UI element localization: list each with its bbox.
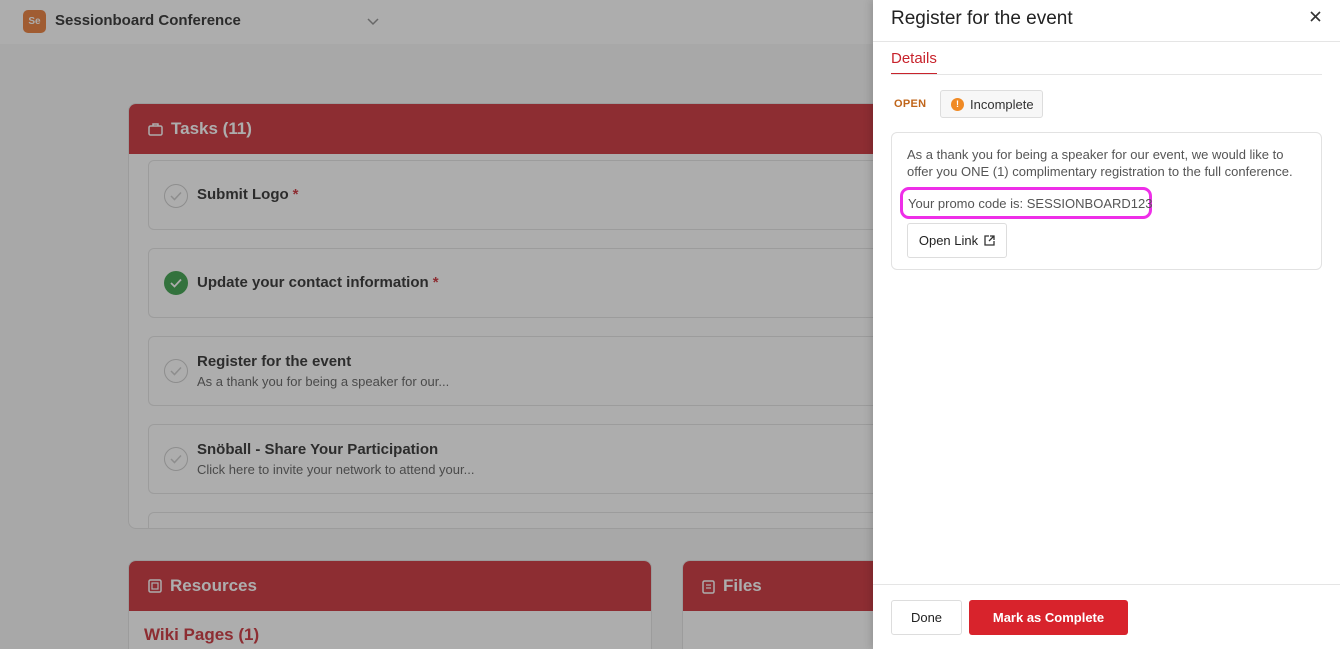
- promo-code-highlight: Your promo code is: SESSIONBOARD123: [900, 187, 1152, 219]
- external-link-icon: [984, 235, 995, 246]
- status-badge-label: Incomplete: [970, 96, 1034, 112]
- drawer-title: Register for the event: [891, 8, 1073, 29]
- mark-complete-button[interactable]: Mark as Complete: [969, 600, 1128, 635]
- close-icon[interactable]: [1306, 7, 1324, 25]
- divider: [873, 41, 1340, 42]
- task-description: As a thank you for being a speaker for o…: [907, 147, 1293, 179]
- description-box: As a thank you for being a speaker for o…: [891, 132, 1322, 270]
- done-button[interactable]: Done: [891, 600, 962, 635]
- tab-divider: [891, 74, 1322, 75]
- status-label: OPEN: [894, 98, 927, 110]
- footer-divider: [873, 584, 1340, 585]
- open-link-label: Open Link: [918, 233, 979, 248]
- status-badge: ! Incomplete: [940, 90, 1043, 118]
- open-link-button[interactable]: Open Link: [907, 223, 1007, 258]
- task-drawer: Register for the event Details OPEN ! In…: [873, 0, 1340, 649]
- modal-backdrop[interactable]: [0, 0, 873, 649]
- promo-code-text: Your promo code is: SESSIONBOARD123: [908, 195, 1153, 211]
- warning-icon: !: [951, 97, 964, 111]
- tab-details[interactable]: Details: [891, 50, 937, 75]
